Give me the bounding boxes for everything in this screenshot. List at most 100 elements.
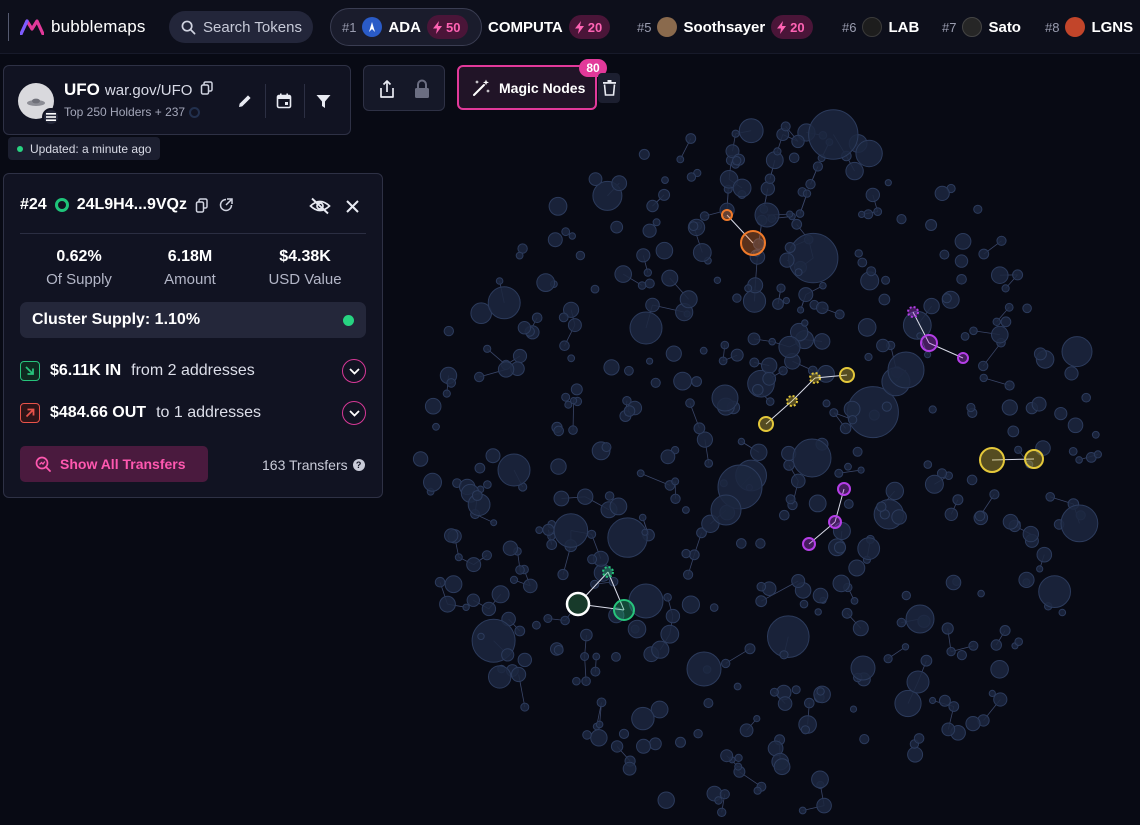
holder-bubble[interactable] xyxy=(753,786,762,795)
holder-bubble[interactable] xyxy=(784,242,796,253)
holder-bubble[interactable] xyxy=(928,405,937,414)
holder-bubble[interactable] xyxy=(779,650,789,660)
holder-bubble[interactable] xyxy=(887,351,925,389)
holder-bubble[interactable] xyxy=(801,319,809,327)
holder-bubble[interactable] xyxy=(1081,392,1091,403)
holder-bubble[interactable] xyxy=(847,415,858,425)
cluster-bubble[interactable] xyxy=(1024,449,1044,469)
holder-bubble[interactable] xyxy=(568,425,578,435)
holder-bubble[interactable] xyxy=(550,458,567,475)
holder-bubble[interactable] xyxy=(754,202,780,228)
holder-bubble[interactable] xyxy=(864,352,873,362)
holder-bubble[interactable] xyxy=(798,806,807,815)
holder-bubble[interactable] xyxy=(590,284,600,294)
holder-bubble[interactable] xyxy=(561,227,571,237)
holder-bubble[interactable] xyxy=(622,761,637,776)
holder-bubble[interactable] xyxy=(779,252,795,268)
holder-bubble[interactable] xyxy=(779,509,790,521)
holder-bubble[interactable] xyxy=(711,384,739,412)
holder-bubble[interactable] xyxy=(509,575,519,585)
holder-bubble[interactable] xyxy=(1054,407,1068,421)
holder-bubble[interactable] xyxy=(802,189,812,198)
holder-bubble[interactable] xyxy=(665,345,682,362)
cluster-bubble[interactable] xyxy=(809,372,821,384)
holder-bubble[interactable] xyxy=(765,397,775,406)
holder-bubble[interactable] xyxy=(596,697,607,708)
holder-bubble[interactable] xyxy=(610,740,624,753)
holder-bubble[interactable] xyxy=(979,373,988,383)
holder-bubble[interactable] xyxy=(852,620,869,637)
holder-bubble[interactable] xyxy=(786,210,794,218)
holder-bubble[interactable] xyxy=(553,490,570,507)
holder-bubble[interactable] xyxy=(1058,608,1067,617)
holder-bubble[interactable] xyxy=(761,357,778,374)
cluster-bubble[interactable] xyxy=(839,367,855,383)
holder-bubble[interactable] xyxy=(1031,396,1047,412)
holder-bubble[interactable] xyxy=(946,646,956,657)
cluster-supply[interactable]: Cluster Supply: 1.10% xyxy=(20,302,366,338)
holder-bubble[interactable] xyxy=(822,399,831,408)
holder-bubble[interactable] xyxy=(547,232,563,248)
holder-bubble[interactable] xyxy=(736,538,747,549)
holder-bubble[interactable] xyxy=(661,176,669,185)
holder-bubble[interactable] xyxy=(749,357,760,368)
holder-bubble[interactable] xyxy=(923,460,933,469)
cluster-bubble[interactable] xyxy=(802,537,816,551)
holder-bubble[interactable] xyxy=(913,733,925,744)
holder-bubble[interactable] xyxy=(432,422,440,431)
holder-bubble[interactable] xyxy=(655,241,674,260)
holder-bubble[interactable] xyxy=(564,400,573,409)
holder-bubble[interactable] xyxy=(720,340,730,350)
holder-bubble[interactable] xyxy=(660,449,676,465)
holder-bubble[interactable] xyxy=(514,625,526,637)
holder-bubble[interactable] xyxy=(686,172,697,182)
holder-bubble[interactable] xyxy=(767,615,810,659)
holder-bubble[interactable] xyxy=(588,172,603,187)
holder-bubble[interactable] xyxy=(714,796,723,805)
holder-bubble[interactable] xyxy=(996,235,1007,246)
holder-bubble[interactable] xyxy=(744,643,756,655)
holder-bubble[interactable] xyxy=(483,480,492,489)
expand-outflow-button[interactable] xyxy=(342,401,366,425)
holder-bubble[interactable] xyxy=(812,161,824,172)
holder-bubble[interactable] xyxy=(780,121,791,132)
holder-bubble[interactable] xyxy=(1007,425,1020,438)
close-panel-button[interactable] xyxy=(340,194,364,218)
holder-bubble[interactable] xyxy=(638,148,650,160)
holder-bubble[interactable] xyxy=(607,517,648,558)
holder-bubble[interactable] xyxy=(611,175,628,192)
holder-bubble[interactable] xyxy=(956,274,967,285)
holder-bubble[interactable] xyxy=(491,585,510,604)
holder-bubble[interactable] xyxy=(670,493,681,504)
cluster-bubble[interactable] xyxy=(740,230,766,256)
filter-button[interactable] xyxy=(309,86,337,116)
holder-bubble[interactable] xyxy=(866,266,877,277)
holder-bubble[interactable] xyxy=(990,639,1002,651)
holder-bubble[interactable] xyxy=(553,645,564,655)
holder-bubble[interactable] xyxy=(731,129,740,138)
holder-bubble[interactable] xyxy=(580,628,593,642)
holder-bubble[interactable] xyxy=(692,243,712,262)
holder-bubble[interactable] xyxy=(595,720,604,729)
holder-bubble[interactable] xyxy=(512,348,528,364)
holder-bubble[interactable] xyxy=(1045,492,1055,502)
holder-bubble[interactable] xyxy=(894,689,922,718)
brand-logo[interactable]: bubblemaps xyxy=(8,12,146,42)
holder-bubble[interactable] xyxy=(720,749,734,763)
holder-bubble[interactable] xyxy=(466,557,482,573)
holder-bubble[interactable] xyxy=(1000,316,1012,328)
holder-bubble[interactable] xyxy=(638,513,647,522)
holder-bubble[interactable] xyxy=(497,453,531,487)
trending-item-ada[interactable]: #1 ADA 50 xyxy=(342,8,469,46)
holder-bubble[interactable] xyxy=(663,593,672,602)
holder-bubble[interactable] xyxy=(627,619,647,639)
holder-bubble[interactable] xyxy=(703,698,714,709)
holder-bubble[interactable] xyxy=(812,587,829,604)
holder-bubble[interactable] xyxy=(553,513,589,548)
share-button[interactable] xyxy=(375,77,399,101)
holder-bubble[interactable] xyxy=(546,539,558,550)
holder-bubble[interactable] xyxy=(891,509,907,525)
holder-bubble[interactable] xyxy=(777,696,793,711)
holder-bubble[interactable] xyxy=(791,685,801,695)
holder-bubble[interactable] xyxy=(857,318,877,337)
